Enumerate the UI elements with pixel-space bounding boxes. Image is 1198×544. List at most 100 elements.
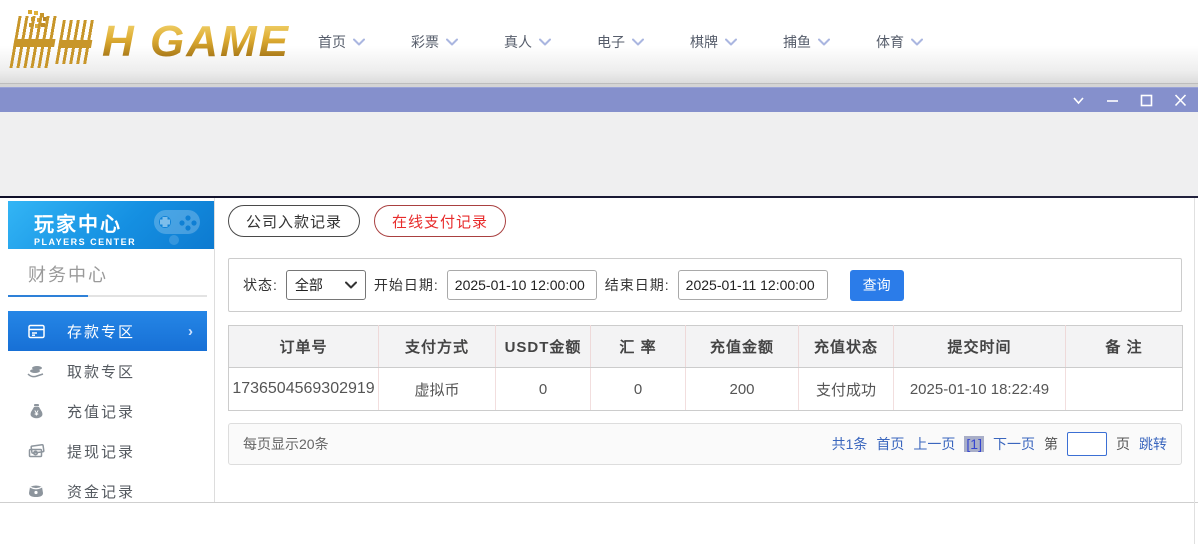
status-label: 状态:	[243, 277, 278, 293]
purse-icon	[27, 482, 45, 500]
sidebar-item-withdrawal-record[interactable]: 提现记录	[0, 431, 214, 471]
section-underline	[8, 295, 207, 297]
sidebar-item-recharge-record[interactable]: ¥ 充值记录	[0, 391, 214, 431]
main-panel: 公司入款记录 在线支付记录 状态: 全部 开始日期: 结束日期: 查询	[215, 198, 1198, 544]
brand-logo[interactable]: H GAME	[0, 0, 290, 83]
tab-company-deposit-records[interactable]: 公司入款记录	[228, 205, 361, 237]
pager: 共1条 首页 上一页 [1] 下一页 第 页 跳转	[832, 432, 1167, 456]
chevron-down-icon	[446, 38, 458, 45]
chevron-down-icon	[632, 38, 644, 45]
sidebar-item-withdraw-zone[interactable]: 取款专区	[0, 351, 214, 391]
records-table-wrap: 订单号 支付方式 USDT金额 汇 率 充值金额 充值状态 提交时间 备 注 1	[228, 325, 1183, 411]
pagination-bar: 每页显示20条 共1条 首页 上一页 [1] 下一页 第 页 跳转	[228, 423, 1182, 465]
total-count: 共1条	[831, 436, 868, 452]
nav-item-label: 捕鱼	[783, 33, 811, 50]
nav-item-chess[interactable]: 棋牌	[690, 32, 737, 52]
close-icon[interactable]	[1173, 93, 1188, 107]
nav-item-label: 棋牌	[690, 33, 718, 50]
nav-item-fishing[interactable]: 捕鱼	[783, 32, 830, 52]
sidebar: 玩家中心 PLAYERS CENTER 财务中心 存款专区 › 取款专区 ¥ 充…	[0, 198, 215, 502]
players-center-banner: 玩家中心 PLAYERS CENTER	[8, 201, 214, 249]
page-number-input[interactable]	[1067, 432, 1107, 456]
col-usdt-amount: USDT金额	[495, 325, 591, 368]
end-date-input[interactable]	[677, 270, 828, 300]
nav-item-label: 真人	[504, 33, 532, 50]
chevron-down-icon	[539, 38, 551, 45]
right-edge-line	[1194, 198, 1195, 544]
nav-item-live[interactable]: 真人	[504, 32, 551, 52]
col-payment-method: 支付方式	[378, 325, 496, 368]
logo-striped-h-icon	[55, 19, 96, 64]
nav-item-home[interactable]: 首页	[318, 32, 365, 52]
cell-order-no: 1736504569302919	[228, 367, 379, 411]
nav-item-sports[interactable]: 体育	[876, 32, 923, 52]
col-order-no: 订单号	[228, 325, 379, 368]
page-spacer	[0, 112, 1198, 196]
current-page-badge: [1]	[964, 436, 984, 452]
status-select[interactable]: 全部	[285, 270, 366, 300]
nav-menu: 首页 彩票 真人 电子 棋牌 捕鱼 体育	[318, 32, 923, 52]
sidebar-item-deposit-zone[interactable]: 存款专区 ›	[8, 311, 207, 351]
moneybag-icon: ¥	[27, 402, 45, 420]
table-row: 1736504569302919 虚拟币 0 0 200 支付成功 2025-0…	[228, 367, 1183, 411]
sidebar-item-label: 取款专区	[67, 363, 136, 381]
prev-page-link[interactable]: 上一页	[913, 434, 955, 454]
next-page-link[interactable]: 下一页	[993, 434, 1035, 454]
nav-item-label: 电子	[597, 33, 625, 50]
nav-item-label: 首页	[318, 33, 346, 50]
start-date-label: 开始日期:	[373, 277, 439, 293]
maximize-icon[interactable]	[1139, 94, 1154, 107]
record-tabs: 公司入款记录 在线支付记录	[228, 205, 1182, 237]
window-titlebar	[0, 87, 1198, 112]
sidebar-menu: 存款专区 › 取款专区 ¥ 充值记录 提现记录 资金记录	[0, 311, 214, 511]
chevron-down-icon	[344, 281, 357, 289]
start-date-input[interactable]	[446, 270, 597, 300]
cell-recharge-amount: 200	[685, 367, 799, 411]
cell-usdt-amount: 0	[495, 367, 591, 411]
col-submit-time: 提交时间	[893, 325, 1066, 368]
jump-label-post: 页	[1116, 436, 1130, 452]
minimize-icon[interactable]	[1105, 94, 1120, 107]
cell-recharge-status: 支付成功	[798, 367, 894, 411]
gamepad-icon	[154, 210, 200, 245]
banknotes-icon	[27, 442, 45, 460]
cell-exchange-rate: 0	[590, 367, 686, 411]
jump-link[interactable]: 跳转	[1139, 434, 1167, 454]
deposit-card-icon	[27, 322, 45, 340]
filter-bar: 状态: 全部 开始日期: 结束日期: 查询	[228, 258, 1182, 312]
top-navbar: H GAME 首页 彩票 真人 电子 棋牌 捕鱼 体育	[0, 0, 1198, 84]
sidebar-item-label: 存款专区	[67, 323, 136, 341]
cell-submit-time: 2025-01-10 18:22:49	[893, 367, 1066, 411]
chevron-down-icon[interactable]	[1071, 94, 1086, 107]
nav-item-label: 体育	[876, 33, 904, 50]
finance-section-title: 财务中心	[28, 265, 108, 285]
nav-item-slots[interactable]: 电子	[597, 32, 644, 52]
sidebar-item-funds-record[interactable]: 资金记录	[0, 471, 214, 511]
query-button[interactable]: 查询	[849, 269, 904, 301]
first-page-link[interactable]: 首页	[876, 434, 904, 454]
cell-remarks	[1065, 367, 1183, 411]
cell-payment-method: 虚拟币	[378, 367, 496, 411]
page: H GAME 首页 彩票 真人 电子 棋牌 捕鱼 体育 玩家中心 PLAYERS…	[0, 0, 1198, 544]
per-page-text: 每页显示20条	[243, 436, 329, 452]
sidebar-item-label: 提现记录	[67, 443, 136, 461]
content-area: 玩家中心 PLAYERS CENTER 财务中心 存款专区 › 取款专区 ¥ 充…	[0, 198, 1198, 544]
logo-confetti-dots	[28, 10, 32, 14]
logo-text: H GAME	[102, 16, 290, 66]
col-recharge-amount: 充值金额	[685, 325, 799, 368]
col-exchange-rate: 汇 率	[590, 325, 686, 368]
tab-online-payment-records[interactable]: 在线支付记录	[374, 205, 507, 237]
status-select-value: 全部	[294, 277, 323, 293]
end-date-label: 结束日期:	[604, 277, 670, 293]
col-recharge-status: 充值状态	[798, 325, 894, 368]
logo-striped-h-icon	[9, 15, 60, 68]
table-header-row: 订单号 支付方式 USDT金额 汇 率 充值金额 充值状态 提交时间 备 注	[228, 325, 1183, 368]
chevron-right-icon: ›	[188, 322, 193, 340]
nav-item-lottery[interactable]: 彩票	[411, 32, 458, 52]
withdraw-hand-icon	[27, 362, 45, 380]
chevron-down-icon	[353, 38, 365, 45]
jump-label-pre: 第	[1044, 436, 1058, 452]
sidebar-item-label: 资金记录	[67, 483, 136, 501]
chevron-down-icon	[911, 38, 923, 45]
sidebar-item-label: 充值记录	[67, 403, 136, 421]
